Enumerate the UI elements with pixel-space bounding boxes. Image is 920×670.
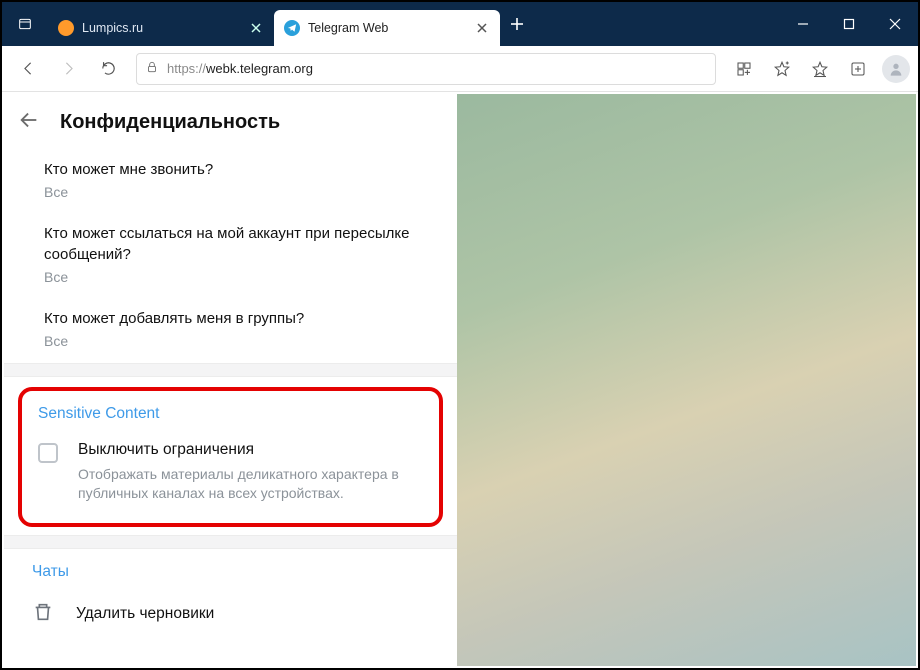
window-titlebar: Lumpics.ru Telegram Web: [2, 2, 918, 46]
new-tab-button[interactable]: [500, 2, 534, 46]
privacy-row-calls[interactable]: Кто может мне звонить? Все: [4, 150, 457, 214]
nav-forward-button[interactable]: [50, 51, 86, 87]
privacy-row-groups[interactable]: Кто может добавлять меня в группы? Все: [4, 299, 457, 363]
url-host: webk.telegram.org: [206, 61, 313, 76]
window-maximize-button[interactable]: [826, 2, 872, 46]
section-separator: [4, 363, 457, 377]
tab-telegram[interactable]: Telegram Web: [274, 10, 500, 46]
close-tab-button[interactable]: [474, 20, 490, 36]
profile-avatar[interactable]: [882, 55, 910, 83]
privacy-value: Все: [44, 269, 433, 285]
privacy-question: Кто может добавлять меня в группы?: [44, 309, 433, 329]
browser-toolbar: https://webk.telegram.org: [2, 46, 918, 92]
favorites-bar-button[interactable]: [802, 51, 838, 87]
lumpics-favicon-icon: [58, 20, 74, 36]
settings-back-button[interactable]: [18, 109, 40, 136]
privacy-question: Кто может мне звонить?: [44, 160, 433, 180]
chats-section-title: Чаты: [4, 549, 457, 591]
disable-filter-row[interactable]: Выключить ограничения Отображать материа…: [38, 441, 423, 503]
extensions-button[interactable]: [726, 51, 762, 87]
tab-strip: Lumpics.ru Telegram Web: [48, 2, 534, 46]
lock-icon: [145, 60, 159, 77]
delete-drafts-label: Удалить черновики: [76, 605, 214, 623]
checkbox-label: Выключить ограничения: [78, 441, 423, 459]
close-tab-button[interactable]: [248, 20, 264, 36]
chat-background: [457, 94, 916, 666]
settings-panel: Конфиденциальность Кто может мне звонить…: [4, 94, 457, 666]
tab-title: Lumpics.ru: [82, 21, 242, 35]
delete-drafts-row[interactable]: Удалить черновики: [4, 591, 457, 642]
address-bar[interactable]: https://webk.telegram.org: [136, 53, 716, 85]
disable-filter-checkbox[interactable]: [38, 443, 58, 463]
tab-overview-button[interactable]: [8, 2, 42, 46]
favorites-button[interactable]: [764, 51, 800, 87]
settings-header: Конфиденциальность: [4, 94, 457, 150]
url-scheme: https://: [167, 61, 206, 76]
privacy-question: Кто может ссылаться на мой аккаунт при п…: [44, 224, 433, 265]
tab-lumpics[interactable]: Lumpics.ru: [48, 10, 274, 46]
nav-refresh-button[interactable]: [90, 51, 126, 87]
trash-icon: [32, 601, 54, 628]
checkbox-description: Отображать материалы деликатного характе…: [78, 465, 423, 503]
telegram-favicon-icon: [284, 20, 300, 36]
window-minimize-button[interactable]: [780, 2, 826, 46]
privacy-row-forward[interactable]: Кто может ссылаться на мой аккаунт при п…: [4, 214, 457, 299]
privacy-value: Все: [44, 184, 433, 200]
collections-button[interactable]: [840, 51, 876, 87]
sensitive-content-section: Sensitive Content Выключить ограничения …: [18, 387, 443, 527]
page-content: Конфиденциальность Кто может мне звонить…: [4, 94, 916, 666]
window-close-button[interactable]: [872, 2, 918, 46]
page-title: Конфиденциальность: [60, 111, 280, 134]
section-separator: [4, 535, 457, 549]
section-title: Sensitive Content: [38, 405, 423, 423]
privacy-value: Все: [44, 333, 433, 349]
nav-back-button[interactable]: [10, 51, 46, 87]
tab-title: Telegram Web: [308, 21, 468, 35]
